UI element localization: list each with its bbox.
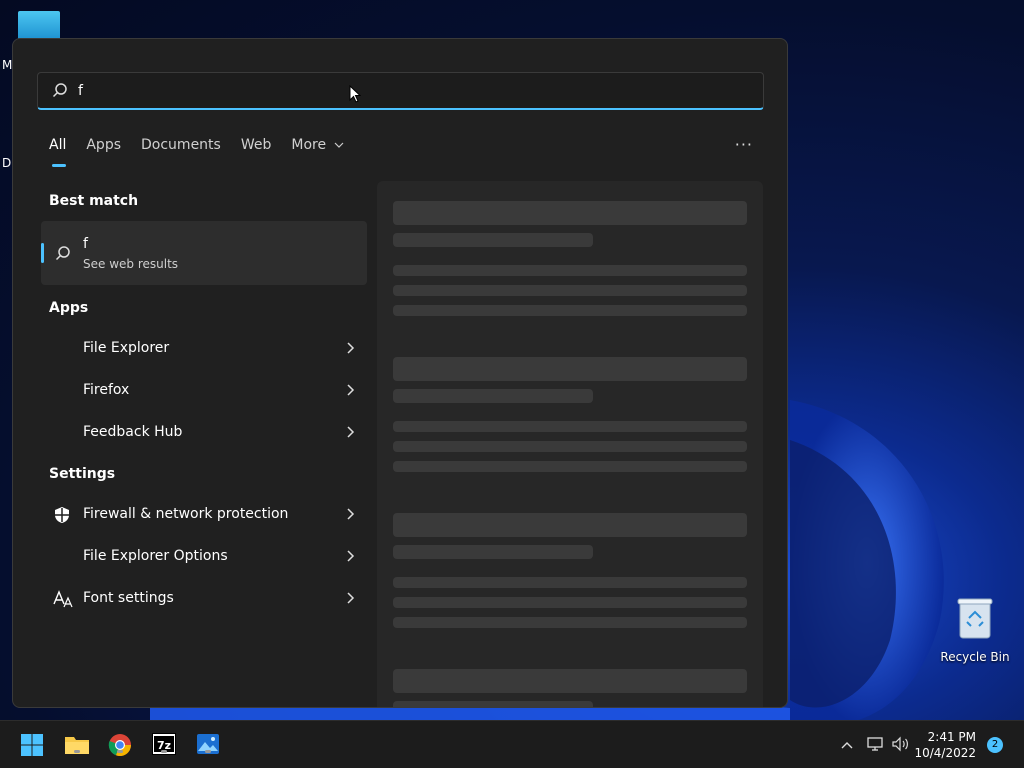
chevron-down-icon [334, 142, 343, 148]
taskbar-chrome[interactable] [108, 733, 134, 757]
skeleton-line [393, 233, 593, 247]
search-box[interactable] [37, 72, 764, 110]
app-item-label: File Explorer [83, 340, 170, 356]
recycle-bin-icon [957, 596, 993, 640]
desktop-folder-icon[interactable] [18, 11, 60, 41]
chevron-right-icon [347, 508, 355, 520]
skeleton-line [393, 389, 593, 403]
firefox-icon [53, 382, 71, 400]
skeleton-block [393, 201, 747, 225]
running-indicator [161, 750, 167, 753]
mouse-cursor-icon [349, 84, 362, 107]
network-icon[interactable] [866, 736, 884, 752]
skeleton-line [393, 577, 747, 588]
filter-tabs: All Apps Documents Web More [49, 137, 364, 167]
app-item-label: Firefox [83, 382, 130, 398]
settings-item-label: Firewall & network protection [83, 506, 289, 522]
search-panel: All Apps Documents Web More ··· Best mat… [12, 38, 788, 708]
recycle-bin[interactable]: Recycle Bin [940, 596, 1010, 664]
running-indicator [117, 750, 123, 753]
file-explorer-icon [53, 340, 71, 358]
taskbar-photos[interactable] [196, 733, 222, 757]
best-match-subtitle: See web results [83, 257, 179, 271]
skeleton-line [393, 285, 747, 296]
show-hidden-icons-chevron-up-icon[interactable] [840, 739, 854, 751]
tab-apps[interactable]: Apps [86, 137, 121, 161]
tab-web[interactable]: Web [241, 137, 272, 161]
clock-date: 10/4/2022 [914, 746, 976, 760]
clock[interactable]: 2:41 PM 10/4/2022 [914, 729, 976, 761]
recycle-bin-label: Recycle Bin [940, 650, 1010, 664]
chevron-right-icon [347, 342, 355, 354]
feedback-hub-icon [53, 424, 71, 442]
app-item-label: Feedback Hub [83, 424, 183, 440]
chevron-right-icon [347, 426, 355, 438]
settings-item-firewall[interactable]: Firewall & network protection [49, 500, 355, 530]
skeleton-line [393, 441, 747, 452]
search-icon [52, 82, 68, 102]
skeleton-line [393, 545, 593, 559]
app-item-file-explorer[interactable]: File Explorer [49, 334, 355, 364]
tab-all[interactable]: All [49, 137, 67, 167]
more-options-button[interactable]: ··· [735, 135, 753, 154]
start-icon [21, 734, 43, 756]
taskbar-7zip[interactable]: 7z [152, 733, 178, 757]
settings-item-label: File Explorer Options [83, 548, 228, 564]
skeleton-line [393, 265, 747, 276]
app-item-firefox[interactable]: Firefox [49, 376, 355, 406]
search-icon [55, 245, 71, 265]
taskbar-file-explorer[interactable] [64, 733, 90, 757]
font-settings-icon [53, 590, 73, 608]
desktop-icon-label-partial: M [2, 58, 13, 72]
tab-documents[interactable]: Documents [141, 137, 221, 161]
chevron-right-icon [347, 384, 355, 396]
preview-pane-loading [377, 181, 763, 707]
best-match-title: f [83, 236, 88, 252]
clock-time: 2:41 PM [927, 730, 976, 744]
best-match-heading: Best match [49, 193, 139, 209]
search-input[interactable] [78, 79, 738, 103]
skeleton-block [393, 669, 747, 693]
chrome-icon [108, 734, 132, 757]
tab-more[interactable]: More [291, 137, 343, 161]
skeleton-block [393, 513, 747, 537]
notification-badge[interactable]: 2 [987, 737, 1003, 753]
file-explorer-options-icon [53, 548, 71, 566]
skeleton-block [393, 357, 747, 381]
skeleton-line [393, 701, 593, 707]
running-indicator [74, 750, 80, 753]
running-indicator [205, 750, 211, 753]
selection-indicator [41, 243, 44, 263]
skeleton-line [393, 461, 747, 472]
app-item-feedback-hub[interactable]: Feedback Hub [49, 418, 355, 448]
skeleton-line [393, 617, 747, 628]
apps-heading: Apps [49, 300, 89, 316]
tab-more-label: More [291, 137, 327, 153]
settings-item-file-explorer-options[interactable]: File Explorer Options [49, 542, 355, 572]
chevron-right-icon [347, 592, 355, 604]
skeleton-line [393, 597, 747, 608]
settings-item-font-settings[interactable]: Font settings [49, 584, 355, 614]
volume-icon[interactable] [891, 736, 911, 752]
skeleton-line [393, 421, 747, 432]
taskbar: 7z 2:41 PM 10/4/2022 2 [0, 720, 1024, 768]
best-match-item[interactable]: f See web results [41, 221, 367, 285]
shield-icon [53, 506, 71, 524]
settings-heading: Settings [49, 466, 116, 482]
skeleton-line [393, 305, 747, 316]
start-button[interactable] [20, 733, 46, 757]
settings-item-label: Font settings [83, 590, 174, 606]
chevron-right-icon [347, 550, 355, 562]
